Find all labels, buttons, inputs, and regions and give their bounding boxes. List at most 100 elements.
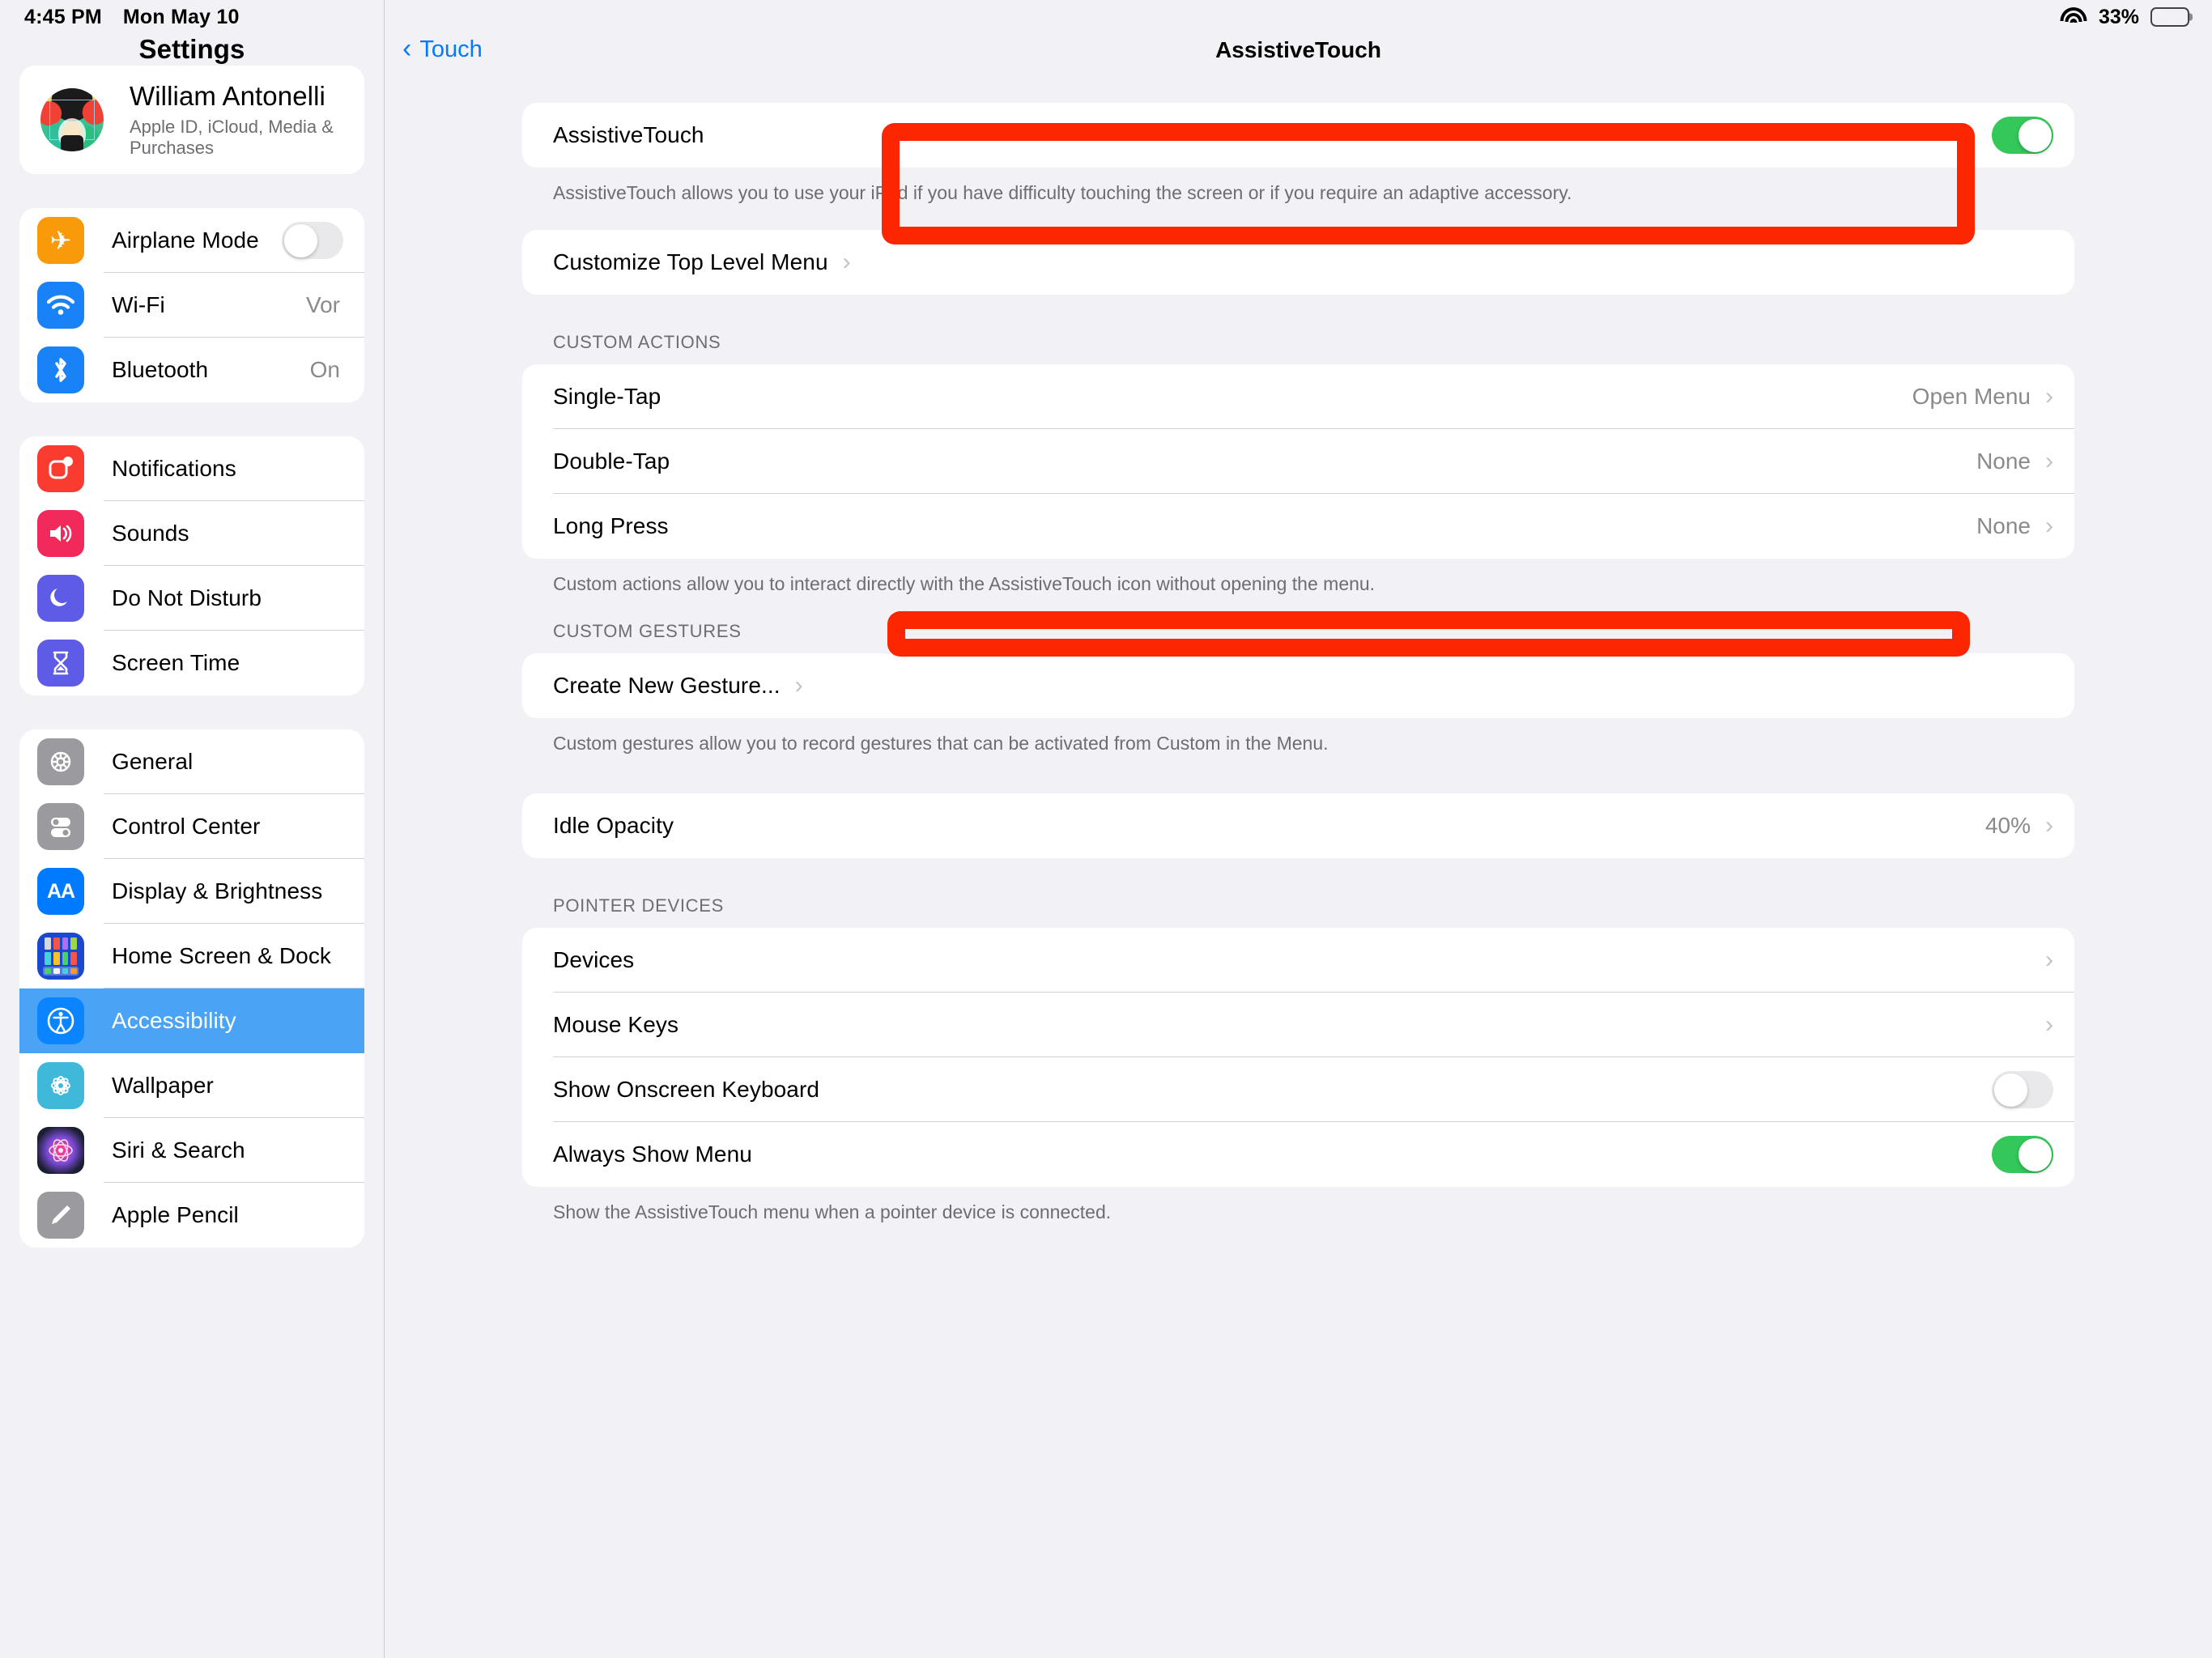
custom-gestures-header: CUSTOM GESTURES <box>553 621 742 642</box>
sidebar-item-control-center[interactable]: Control Center <box>19 794 364 859</box>
detail-title: AssistiveTouch <box>1215 36 1381 62</box>
sidebar-group-system: General Control Center AA Display & Brig… <box>19 729 364 1248</box>
pointer-devices-card: Devices › Mouse Keys › Show Onscreen Key… <box>522 928 2074 1188</box>
sidebar-item-label: Siri & Search <box>112 1137 245 1163</box>
bluetooth-state-value: On <box>309 357 340 382</box>
avatar <box>40 88 104 151</box>
sidebar-group-connectivity: ✈ Airplane Mode Wi-Fi Vor Bluetooth On <box>19 208 364 402</box>
mouse-keys-row[interactable]: Mouse Keys › <box>522 993 2074 1058</box>
idle-opacity-value: 40% <box>1984 813 2031 839</box>
single-tap-value: Open Menu <box>1912 384 2031 410</box>
chevron-right-icon: › <box>2045 512 2053 540</box>
pointer-devices-header: POINTER DEVICES <box>553 895 724 916</box>
double-tap-row[interactable]: Double-Tap None › <box>522 429 2074 495</box>
mouse-keys-label: Mouse Keys <box>553 1012 679 1038</box>
sidebar-scroll-area[interactable]: William Antonelli Apple ID, iCloud, Medi… <box>0 66 384 1658</box>
ipad-settings-screen: 4:45 PM Mon May 10 33% Settings William … <box>0 0 2212 1658</box>
sidebar-item-screen-time[interactable]: Screen Time <box>19 631 364 695</box>
customize-top-level-menu-row[interactable]: Customize Top Level Menu › <box>522 230 2074 295</box>
sidebar-item-apple-id[interactable]: William Antonelli Apple ID, iCloud, Medi… <box>19 66 364 174</box>
airplane-mode-toggle[interactable] <box>282 222 343 259</box>
double-tap-value: None <box>1976 449 2031 474</box>
apple-pencil-icon <box>37 1192 84 1239</box>
customize-menu-card: Customize Top Level Menu › <box>522 230 2074 295</box>
chevron-right-icon: › <box>842 249 851 276</box>
profile-subtitle: Apple ID, iCloud, Media & Purchases <box>130 117 334 158</box>
devices-row[interactable]: Devices › <box>522 928 2074 993</box>
sidebar-item-display-brightness[interactable]: AA Display & Brightness <box>19 859 364 924</box>
sounds-icon <box>37 510 84 557</box>
bluetooth-icon <box>37 346 84 393</box>
long-press-value: None <box>1976 513 2031 539</box>
sidebar-item-label: Sounds <box>112 521 189 546</box>
chevron-right-icon: › <box>2045 946 2053 974</box>
sidebar-item-accessibility[interactable]: Accessibility <box>19 988 364 1053</box>
chevron-right-icon: › <box>2045 812 2053 840</box>
sidebar-group-alerts: Notifications Sounds Do Not Disturb Scre… <box>19 436 364 695</box>
apple-id-card: William Antonelli Apple ID, iCloud, Medi… <box>19 66 364 174</box>
hourglass-icon <box>37 640 84 687</box>
sidebar-item-wallpaper[interactable]: Wallpaper <box>19 1053 364 1118</box>
pointer-devices-footer: Show the AssistiveTouch menu when a poin… <box>553 1201 1112 1223</box>
sidebar-item-label: Home Screen & Dock <box>112 943 332 968</box>
page-title: Settings <box>138 34 245 64</box>
sidebar-item-label: Do Not Disturb <box>112 585 262 610</box>
back-button-label: Touch <box>419 36 483 62</box>
custom-actions-footer: Custom actions allow you to interact dir… <box>553 573 1376 595</box>
chevron-left-icon: ‹ <box>402 33 412 64</box>
display-brightness-icon: AA <box>37 868 84 915</box>
wifi-network-value: Vor <box>305 292 340 317</box>
assistivetouch-row[interactable]: AssistiveTouch <box>522 103 2074 168</box>
apple-id-text: William Antonelli Apple ID, iCloud, Medi… <box>130 81 364 159</box>
devices-label: Devices <box>553 947 635 973</box>
single-tap-row[interactable]: Single-Tap Open Menu › <box>522 364 2074 430</box>
create-new-gesture-label: Create New Gesture... <box>553 673 781 699</box>
sidebar-item-siri-search[interactable]: Siri & Search <box>19 1118 364 1183</box>
double-tap-label: Double-Tap <box>553 449 670 474</box>
always-show-menu-row[interactable]: Always Show Menu <box>522 1122 2074 1187</box>
idle-opacity-row[interactable]: Idle Opacity 40% › <box>522 793 2074 858</box>
control-center-icon <box>37 803 84 850</box>
sidebar-item-label: Apple Pencil <box>112 1202 239 1227</box>
sidebar-item-label: Control Center <box>112 814 261 839</box>
show-onscreen-keyboard-toggle[interactable] <box>1992 1071 2053 1109</box>
long-press-row[interactable]: Long Press None › <box>522 494 2074 559</box>
wifi-icon <box>37 282 84 329</box>
accessibility-icon <box>37 997 84 1044</box>
sidebar-item-label: Accessibility <box>112 1008 236 1033</box>
wallpaper-icon <box>37 1062 84 1109</box>
back-button[interactable]: ‹ Touch <box>385 33 483 64</box>
sidebar-item-bluetooth[interactable]: Bluetooth On <box>19 338 364 402</box>
home-screen-dock-icon <box>37 933 84 980</box>
assistivetouch-label: AssistiveTouch <box>553 122 704 147</box>
sidebar-item-label: Display & Brightness <box>112 878 323 903</box>
sidebar-item-home-screen-dock[interactable]: Home Screen & Dock <box>19 924 364 988</box>
chevron-right-icon: › <box>2045 448 2053 475</box>
chevron-right-icon: › <box>2045 383 2053 410</box>
siri-icon <box>37 1127 84 1174</box>
custom-actions-card: Single-Tap Open Menu › Double-Tap None ›… <box>522 364 2074 559</box>
sidebar-item-general[interactable]: General <box>19 729 364 794</box>
sidebar-item-apple-pencil[interactable]: Apple Pencil <box>19 1183 364 1248</box>
gear-icon <box>37 738 84 785</box>
sidebar-item-do-not-disturb[interactable]: Do Not Disturb <box>19 566 364 631</box>
assistivetouch-card: AssistiveTouch <box>522 103 2074 168</box>
detail-scroll-area[interactable]: AssistiveTouch AssistiveTouch allows you… <box>385 66 2212 1658</box>
sidebar-item-label: Screen Time <box>112 650 240 675</box>
always-show-menu-toggle[interactable] <box>1992 1136 2053 1174</box>
assistivetouch-toggle[interactable] <box>1992 117 2053 154</box>
sidebar-item-notifications[interactable]: Notifications <box>19 436 364 501</box>
sidebar-item-label: Bluetooth <box>112 357 209 382</box>
chevron-right-icon: › <box>794 672 803 699</box>
custom-actions-header: CUSTOM ACTIONS <box>553 332 721 353</box>
show-onscreen-keyboard-row[interactable]: Show Onscreen Keyboard <box>522 1057 2074 1123</box>
sidebar-item-wifi[interactable]: Wi-Fi Vor <box>19 273 364 338</box>
sidebar-item-sounds[interactable]: Sounds <box>19 501 364 566</box>
show-onscreen-keyboard-label: Show Onscreen Keyboard <box>553 1077 820 1103</box>
sidebar-item-label: Notifications <box>112 456 236 481</box>
always-show-menu-label: Always Show Menu <box>553 1141 752 1167</box>
create-new-gesture-row[interactable]: Create New Gesture... › <box>522 653 2074 718</box>
profile-name: William Antonelli <box>130 81 325 111</box>
detail-navigation-bar: ‹ Touch AssistiveTouch <box>385 0 2212 66</box>
sidebar-item-airplane-mode[interactable]: ✈ Airplane Mode <box>19 208 364 273</box>
